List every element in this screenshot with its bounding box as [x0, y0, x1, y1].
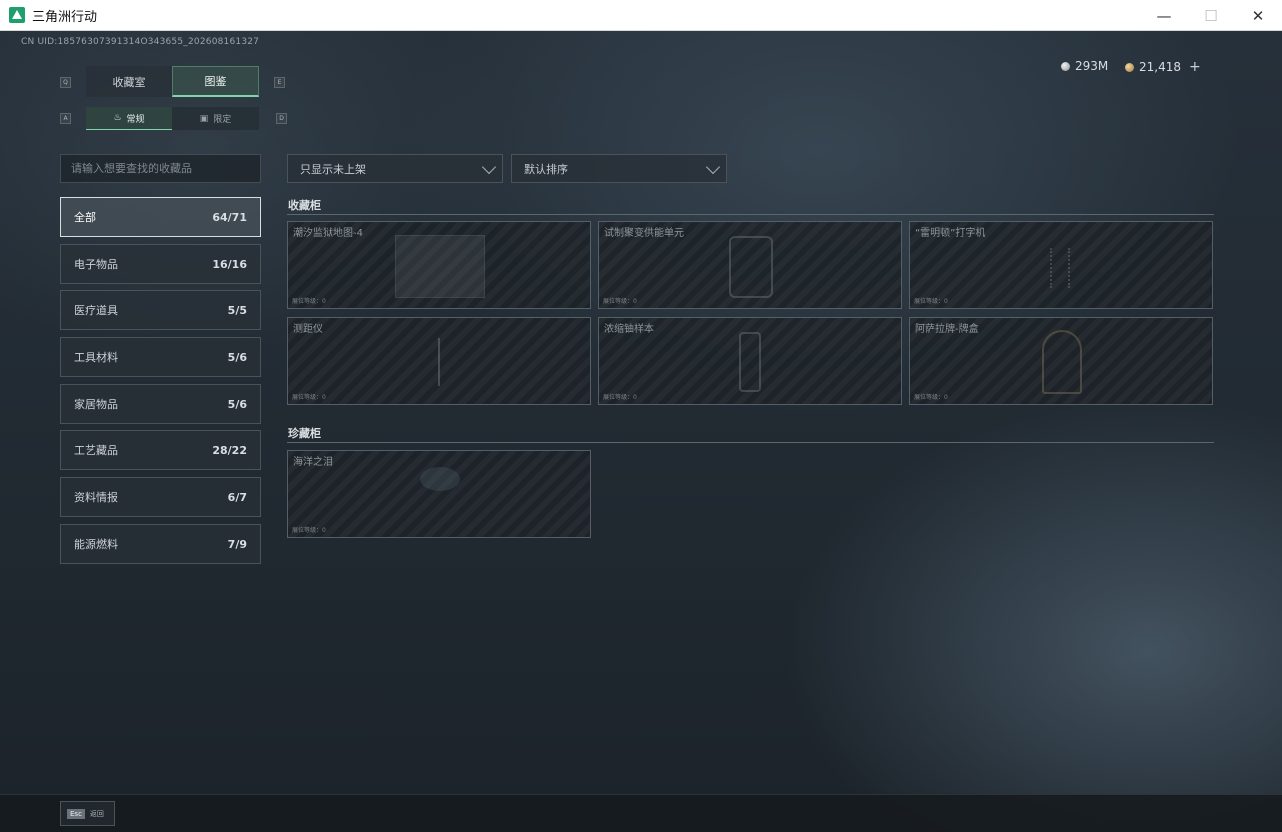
- silver-coin-icon: [1061, 61, 1070, 71]
- uranium-sample-icon: [739, 332, 761, 392]
- back-label: 返回: [89, 809, 104, 818]
- search-input[interactable]: [60, 154, 261, 183]
- power-cell-icon: [729, 236, 773, 298]
- subtab-regular[interactable]: ♨ 常规: [86, 107, 172, 130]
- key-hint-d: D: [276, 113, 287, 124]
- category-label: 工艺藏品: [74, 444, 118, 457]
- app-logo-icon: [9, 7, 25, 23]
- category-count: 7/9: [227, 537, 247, 551]
- tab-codex[interactable]: 图鉴: [172, 66, 259, 97]
- collection-card[interactable]: 海洋之泪 展位等级：0: [287, 450, 591, 538]
- item-level: 展位等级：0: [292, 298, 326, 305]
- item-name: 潮汐监狱地图-4: [293, 228, 363, 239]
- section-title-treasure: 珍藏柜: [288, 427, 321, 440]
- bottom-bar: Esc 返回: [0, 794, 1282, 832]
- subtab-label: 常规: [126, 114, 145, 125]
- category-crafts[interactable]: 工艺藏品 28/22: [60, 430, 261, 470]
- category-intel[interactable]: 资料情报 6/7: [60, 477, 261, 517]
- collection-card[interactable]: 阿萨拉牌-牌盒 展位等级：0: [909, 317, 1213, 405]
- esc-key-hint: Esc: [67, 808, 85, 819]
- category-medical[interactable]: 医疗道具 5/5: [60, 290, 261, 330]
- category-energy[interactable]: 能源燃料 7/9: [60, 524, 261, 564]
- player-uid: CN UID:18576307391314O343655_20260816132…: [21, 37, 260, 47]
- currency-gold: 21,418 +: [1125, 59, 1201, 75]
- subtab-limited[interactable]: ▣ 限定: [172, 107, 259, 130]
- map-thumbnail-icon: [395, 235, 485, 298]
- item-level: 展位等级：0: [914, 298, 948, 305]
- category-count: 5/5: [227, 303, 247, 317]
- category-label: 工具材料: [74, 351, 118, 364]
- card-box-icon: [1042, 330, 1082, 394]
- subtab-label: 限定: [213, 115, 232, 125]
- typewriter-icon: [1050, 248, 1070, 288]
- currency-silver: 293M: [1061, 59, 1108, 73]
- category-count: 64/71: [212, 210, 247, 224]
- collection-card[interactable]: “雷明顿”打字机 展位等级：0: [909, 221, 1213, 309]
- collection-card[interactable]: 试制聚变供能单元 展位等级：0: [598, 221, 902, 309]
- game-viewport: CN UID:18576307391314O343655_20260816132…: [0, 31, 1282, 832]
- category-label: 医疗道具: [74, 304, 118, 317]
- item-name: 测距仪: [293, 324, 323, 335]
- collection-card[interactable]: 浓缩铀样本 展位等级：0: [598, 317, 902, 405]
- section-divider: [287, 442, 1214, 443]
- window-title: 三角洲行动: [32, 9, 98, 25]
- category-count: 5/6: [227, 397, 247, 411]
- item-name: 试制聚变供能单元: [604, 228, 684, 239]
- minimize-button[interactable]: —: [1141, 0, 1187, 31]
- section-title-cabinet: 收藏柜: [288, 199, 321, 212]
- category-electronics[interactable]: 电子物品 16/16: [60, 244, 261, 284]
- category-label: 能源燃料: [74, 538, 118, 551]
- maximize-button[interactable]: ☐: [1188, 0, 1234, 31]
- chevron-down-icon: [705, 159, 721, 175]
- key-hint-q: Q: [60, 77, 71, 88]
- key-hint-a: A: [60, 113, 71, 124]
- item-level: 展位等级：0: [603, 394, 637, 401]
- section-divider: [287, 214, 1214, 215]
- filter-dropdown[interactable]: 只显示未上架: [287, 154, 503, 183]
- item-level: 展位等级：0: [914, 394, 948, 401]
- category-label: 家居物品: [74, 398, 118, 411]
- add-currency-button[interactable]: +: [1189, 59, 1201, 75]
- category-count: 5/6: [227, 350, 247, 364]
- collection-card[interactable]: 测距仪 展位等级：0: [287, 317, 591, 405]
- sort-dropdown[interactable]: 默认排序: [511, 154, 727, 183]
- category-count: 6/7: [227, 490, 247, 504]
- category-label: 全部: [74, 211, 96, 224]
- category-tools[interactable]: 工具材料 5/6: [60, 337, 261, 377]
- item-level: 展位等级：0: [603, 298, 637, 305]
- category-label: 电子物品: [74, 258, 118, 271]
- item-name: 浓缩铀样本: [604, 324, 654, 335]
- item-name: 阿萨拉牌-牌盒: [915, 324, 979, 335]
- box-icon: ▣: [199, 113, 209, 124]
- category-label: 资料情报: [74, 491, 118, 504]
- item-level: 展位等级：0: [292, 394, 326, 401]
- close-button[interactable]: ✕: [1235, 0, 1281, 31]
- key-hint-e: E: [274, 77, 285, 88]
- gold-coin-icon: [1125, 62, 1134, 72]
- chevron-down-icon: [481, 159, 497, 175]
- category-count: 28/22: [212, 443, 247, 457]
- back-button[interactable]: Esc 返回: [60, 801, 115, 826]
- gem-icon: [420, 467, 460, 491]
- flame-icon: ♨: [113, 113, 122, 123]
- category-household[interactable]: 家居物品 5/6: [60, 384, 261, 424]
- tab-collection-room[interactable]: 收藏室: [86, 66, 172, 97]
- item-name: 海洋之泪: [293, 457, 333, 468]
- item-name: “雷明顿”打字机: [915, 228, 986, 239]
- item-level: 展位等级：0: [292, 527, 326, 534]
- currency-value: 293M: [1075, 59, 1109, 73]
- filter-value: 只显示未上架: [300, 162, 366, 176]
- window-titlebar: 三角洲行动 — ☐ ✕: [0, 0, 1282, 31]
- category-count: 16/16: [212, 257, 247, 271]
- sort-value: 默认排序: [524, 162, 568, 176]
- collection-card[interactable]: 潮汐监狱地图-4 展位等级：0: [287, 221, 591, 309]
- category-all[interactable]: 全部 64/71: [60, 197, 261, 237]
- currency-value: 21,418: [1139, 60, 1181, 74]
- rangefinder-icon: [438, 338, 440, 386]
